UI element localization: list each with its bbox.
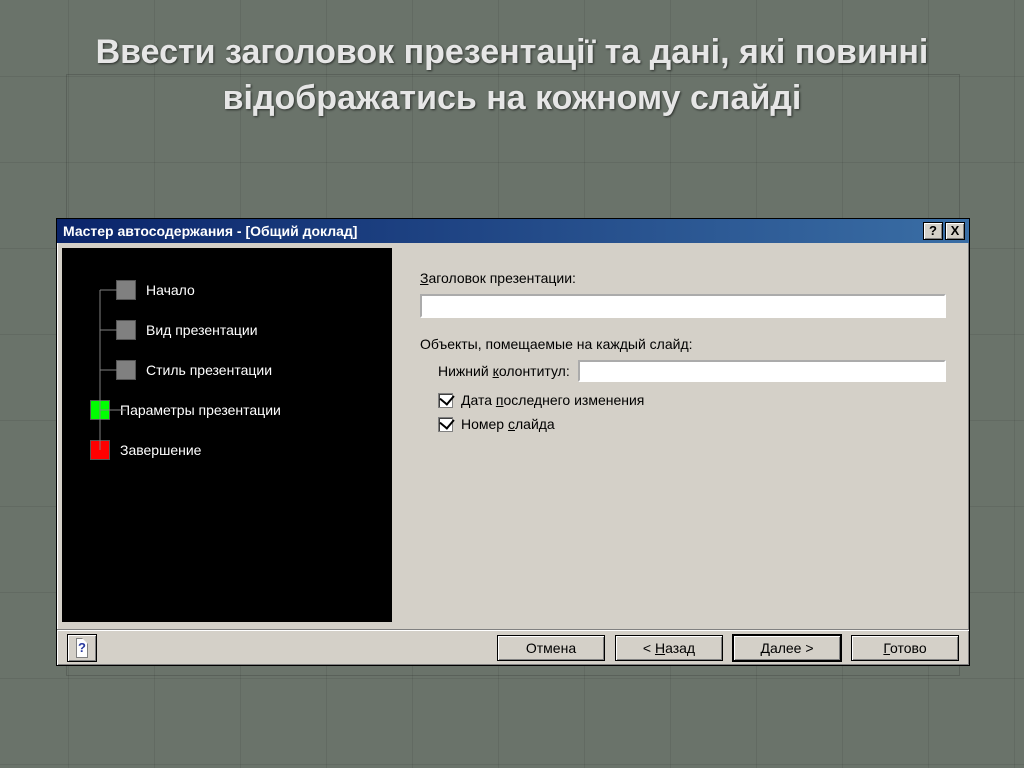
footer-row: Нижний колонтитул: [438, 360, 946, 382]
date-label-rest: оследнего изменения [503, 392, 644, 408]
date-checkbox[interactable] [438, 393, 453, 408]
title-label-text: аголовок презентации: [428, 270, 575, 286]
dialog-body: Начало Вид презентации Стиль презентации… [57, 243, 969, 627]
dialog-title: Мастер автосодержания - [Общий доклад] [63, 223, 921, 239]
back-prefix: < [643, 640, 655, 656]
wizard-form-panel: Заголовок презентации: Объекты, помещаем… [392, 248, 964, 622]
titlebar-close-button[interactable]: X [945, 222, 965, 240]
cancel-button[interactable]: Отмена [497, 635, 605, 661]
date-label-pre: Дата [461, 392, 496, 408]
finish-rest: отово [890, 640, 927, 656]
help-page-icon [76, 638, 88, 658]
slidenum-label-accel: с [508, 416, 515, 432]
objects-label: Объекты, помещаемые на каждый слайд: [420, 336, 946, 352]
slidenum-checkbox-row[interactable]: Номер слайда [438, 416, 946, 432]
next-rest: алее > [770, 640, 814, 656]
titlebar[interactable]: Мастер автосодержания - [Общий доклад] ?… [57, 219, 969, 243]
next-button[interactable]: Далее > [733, 635, 841, 661]
slide-title: Ввести заголовок презентації та дані, як… [0, 30, 1024, 122]
slidenum-checkbox[interactable] [438, 417, 453, 432]
presentation-title-input[interactable] [420, 294, 946, 318]
slidenum-label-rest: лайда [515, 416, 555, 432]
back-rest: азад [665, 640, 695, 656]
footer-label-pre: Нижний [438, 363, 493, 379]
titlebar-help-button[interactable]: ? [923, 222, 943, 240]
nav-connector-lines [90, 272, 200, 572]
next-accel: Д [760, 640, 769, 656]
slidenum-label-pre: Номер [461, 416, 508, 432]
slidenum-checkbox-label: Номер слайда [461, 416, 555, 432]
finish-button[interactable]: Готово [851, 635, 959, 661]
button-bar: Отмена < Назад Далее > Готово [57, 629, 969, 665]
footer-input[interactable] [578, 360, 946, 382]
wizard-nav-panel: Начало Вид презентации Стиль презентации… [62, 248, 392, 622]
help-button[interactable] [67, 634, 97, 662]
date-checkbox-row[interactable]: Дата последнего изменения [438, 392, 946, 408]
back-button[interactable]: < Назад [615, 635, 723, 661]
back-accel: Н [655, 640, 665, 656]
wizard-dialog: Мастер автосодержания - [Общий доклад] ?… [56, 218, 970, 666]
footer-label-rest: олонтитул: [499, 363, 570, 379]
date-checkbox-label: Дата последнего изменения [461, 392, 644, 408]
title-label: Заголовок презентации: [420, 270, 946, 286]
footer-label: Нижний колонтитул: [438, 363, 570, 379]
